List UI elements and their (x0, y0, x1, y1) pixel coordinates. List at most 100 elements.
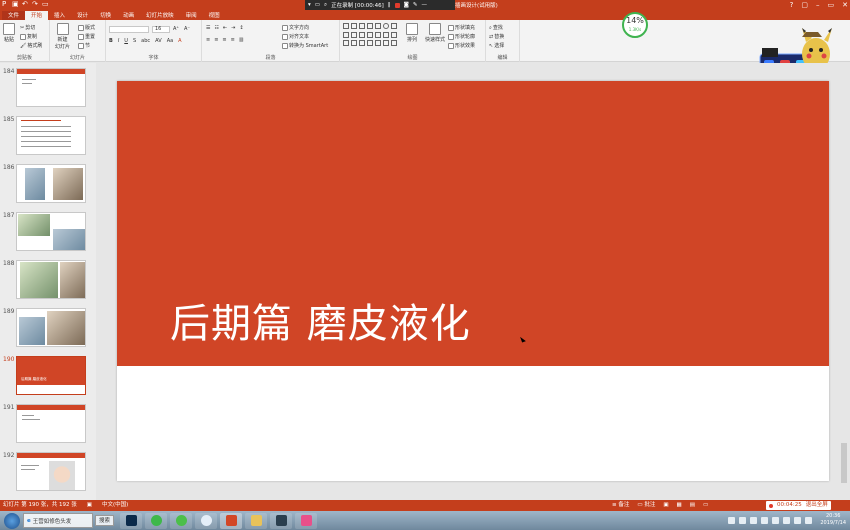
taskbar-photoshop[interactable] (120, 512, 143, 529)
layout-button[interactable]: 版式 (78, 24, 95, 31)
shape-arrow-icon[interactable] (375, 31, 381, 38)
slide-thumbnail[interactable]: 184 (0, 68, 96, 110)
ribbon-display-button[interactable]: ▢ (801, 0, 808, 10)
tray-icon[interactable] (761, 517, 768, 524)
align-text-button[interactable]: 对齐文本 (282, 33, 309, 40)
increase-indent-icon[interactable]: ⇥ (231, 25, 235, 31)
shape-rect-icon[interactable] (391, 23, 397, 29)
taskbar-search-button[interactable]: 搜索 (95, 515, 115, 526)
tab-slideshow[interactable]: 幻灯片放映 (140, 11, 180, 20)
shape-brace-icon[interactable] (383, 40, 389, 47)
align-left-icon[interactable]: ≡ (206, 37, 210, 43)
increase-font-button[interactable]: A⁺ (173, 26, 179, 32)
start-slideshow-icon[interactable]: ▭ (42, 1, 49, 8)
slide-thumbnail[interactable]: 187 (0, 212, 96, 254)
decrease-font-button[interactable]: A⁻ (184, 26, 190, 32)
shape-outline-button[interactable]: 形状轮廓 (448, 33, 475, 40)
format-painter-button[interactable]: 🖌 格式刷 (20, 42, 42, 50)
start-button[interactable] (4, 512, 20, 529)
italic-icon[interactable]: I (118, 38, 119, 44)
shape-textbox-icon[interactable] (343, 23, 349, 29)
shape-fill-button[interactable]: 形状填充 (448, 24, 475, 31)
recording-indicator[interactable]: 00:04:25 退出全屏 (766, 501, 831, 510)
spacing-icon[interactable]: AV (155, 38, 162, 44)
scrollbar-thumb[interactable] (841, 443, 847, 483)
taskbar-ie-window[interactable]: e 王营如修色头发 (23, 513, 93, 528)
reset-button[interactable]: 重置 (78, 33, 95, 40)
slide-sorter-icon[interactable]: ▦ (677, 500, 682, 511)
select-button[interactable]: ↖ 选择 (489, 42, 504, 50)
current-slide[interactable]: 后期篇 磨皮液化 (117, 81, 829, 481)
pause-icon[interactable]: ‖ (388, 2, 391, 8)
slide-editor-canvas[interactable]: 后期篇 磨皮液化 (96, 63, 840, 500)
text-direction-button[interactable]: 文字方向 (282, 24, 309, 31)
shape-curve-icon[interactable] (367, 40, 373, 47)
shape-line-icon[interactable] (367, 23, 373, 29)
tab-view[interactable]: 视图 (203, 11, 226, 20)
exit-fullscreen-button[interactable]: 退出全屏 (806, 501, 828, 510)
justify-icon[interactable]: ≡ (231, 37, 235, 43)
shape-brace-icon[interactable] (375, 40, 381, 47)
taskbar-clock[interactable]: 20:36 2019/7/14 (820, 513, 846, 527)
bullets-icon[interactable]: ☰ (206, 25, 210, 31)
tray-icon[interactable] (783, 517, 790, 524)
zoom-icon[interactable]: ⌕ (324, 2, 327, 9)
taskbar-lightroom[interactable] (270, 512, 293, 529)
shape-oval-icon[interactable] (383, 23, 389, 29)
quick-styles-button[interactable]: 快速样式 (425, 23, 445, 43)
close-button[interactable]: ✕ (842, 0, 848, 10)
bold-icon[interactable]: B (109, 38, 113, 44)
taskbar-wechat[interactable] (145, 512, 168, 529)
columns-icon[interactable]: ▥ (239, 37, 244, 43)
section-button[interactable]: 节 (78, 42, 90, 49)
shape-triangle-icon[interactable] (351, 31, 357, 38)
minimize-button[interactable]: – (816, 0, 820, 10)
slide-thumbnail[interactable]: 192 (0, 452, 96, 494)
tab-review[interactable]: 审阅 (180, 11, 203, 20)
network-icon[interactable] (805, 517, 812, 524)
shape-line-icon[interactable] (367, 31, 373, 38)
stop-record-icon[interactable] (394, 2, 400, 8)
align-right-icon[interactable]: ≡ (222, 37, 226, 43)
slide-title[interactable]: 后期篇 磨皮液化 (170, 291, 471, 349)
underline-icon[interactable]: U (124, 38, 128, 44)
tab-file[interactable]: 文件 (2, 11, 26, 20)
pen-icon[interactable]: ✎ (413, 2, 418, 8)
decrease-indent-icon[interactable]: ⇤ (223, 25, 227, 31)
tray-icon[interactable] (739, 517, 746, 524)
volume-icon[interactable] (794, 517, 801, 524)
shadow-icon[interactable]: S (133, 38, 136, 44)
slide-thumbnail[interactable]: 191 (0, 404, 96, 446)
taskbar-recorder[interactable] (295, 512, 318, 529)
change-case-icon[interactable]: Aa (167, 38, 173, 44)
save-icon[interactable]: ▣ (12, 1, 19, 8)
language-indicator[interactable]: 中文(中国) (102, 500, 128, 511)
tab-design[interactable]: 设计 (71, 11, 94, 20)
font-color-icon[interactable]: A (178, 38, 181, 44)
align-center-icon[interactable]: ≡ (214, 37, 218, 43)
slide-thumbnail[interactable]: 186 (0, 164, 96, 206)
shape-bracket-icon[interactable] (351, 40, 357, 47)
slide-thumbnail[interactable]: 185 (0, 116, 96, 158)
chevron-down-icon[interactable]: ▾ (308, 2, 311, 8)
camera-icon[interactable]: ◙ (404, 2, 409, 8)
shape-line-icon[interactable] (359, 31, 365, 38)
shape-rect-icon[interactable] (375, 23, 381, 29)
cut-button[interactable]: ✂ 剪切 (20, 24, 35, 32)
vertical-scrollbar[interactable] (840, 63, 848, 500)
shape-star-icon[interactable] (391, 40, 397, 47)
arrange-button[interactable]: 排列 (406, 23, 418, 43)
notes-button[interactable]: ≡ 备注 (612, 500, 629, 511)
replace-button[interactable]: ⇄ 替换 (489, 33, 504, 41)
normal-view-icon[interactable]: ▣ (663, 500, 668, 511)
shape-arrow-icon[interactable] (391, 31, 397, 38)
tray-icon[interactable] (772, 517, 779, 524)
slide-thumbnail-selected[interactable]: 190 后期篇 磨皮液化 (0, 356, 96, 398)
strikethrough-icon[interactable]: abc (141, 38, 150, 44)
redo-icon[interactable]: ↷ (32, 1, 39, 8)
new-slide-button[interactable]: 新建 幻灯片 (55, 23, 70, 50)
tab-transitions[interactable]: 切换 (94, 11, 117, 20)
slideshow-view-icon[interactable]: ▭ (703, 500, 708, 511)
tray-icon[interactable] (750, 517, 757, 524)
shape-arrow-icon[interactable] (383, 31, 389, 38)
